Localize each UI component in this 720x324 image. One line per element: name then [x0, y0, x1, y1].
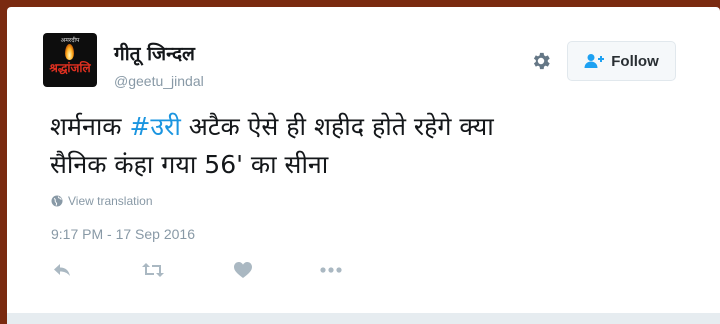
avatar[interactable]: अमरदीप श्रद्धांजलि [43, 33, 97, 87]
display-name[interactable]: गीतू जिन्दल [114, 40, 195, 66]
follow-button[interactable]: Follow [567, 41, 676, 81]
like-button[interactable] [231, 259, 255, 281]
tweet-line-2: सैनिक कंहा गया 56' का सीना [50, 150, 329, 179]
follow-button-label: Follow [611, 52, 659, 70]
candle-flame-icon [65, 44, 74, 60]
tweet-text-part: शर्मनाक [50, 112, 130, 141]
tweet-timestamp[interactable]: 9:17 PM - 17 Sep 2016 [51, 226, 195, 242]
tweet-text-part: अटैक ऐसे ही शहीद होते रहेगे क्या [180, 112, 494, 141]
retweet-button[interactable] [141, 259, 165, 281]
follow-person-icon [584, 54, 605, 68]
tweet-text: शर्मनाक #उरी अटैक ऐसे ही शहीद होते रहेगे… [50, 108, 690, 184]
retweet-icon [142, 263, 164, 277]
card-bottom-divider [7, 313, 720, 324]
avatar-mid-text: श्रद्धांजलि [49, 61, 91, 75]
view-translation-label: View translation [68, 194, 153, 208]
reply-button[interactable] [50, 259, 74, 281]
tweet-line-1: शर्मनाक #उरी अटैक ऐसे ही शहीद होते रहेगे… [50, 108, 690, 146]
avatar-top-text: अमरदीप [60, 38, 80, 44]
hashtag-link[interactable]: #उरी [129, 112, 180, 141]
reply-icon [54, 264, 70, 276]
gear-icon[interactable] [530, 50, 552, 72]
more-button[interactable] [319, 259, 343, 281]
user-handle[interactable]: @geetu_jindal [114, 73, 204, 89]
globe-icon [51, 195, 63, 207]
more-icon [320, 267, 342, 273]
view-translation-link[interactable]: View translation [51, 194, 153, 208]
like-icon [234, 262, 252, 278]
